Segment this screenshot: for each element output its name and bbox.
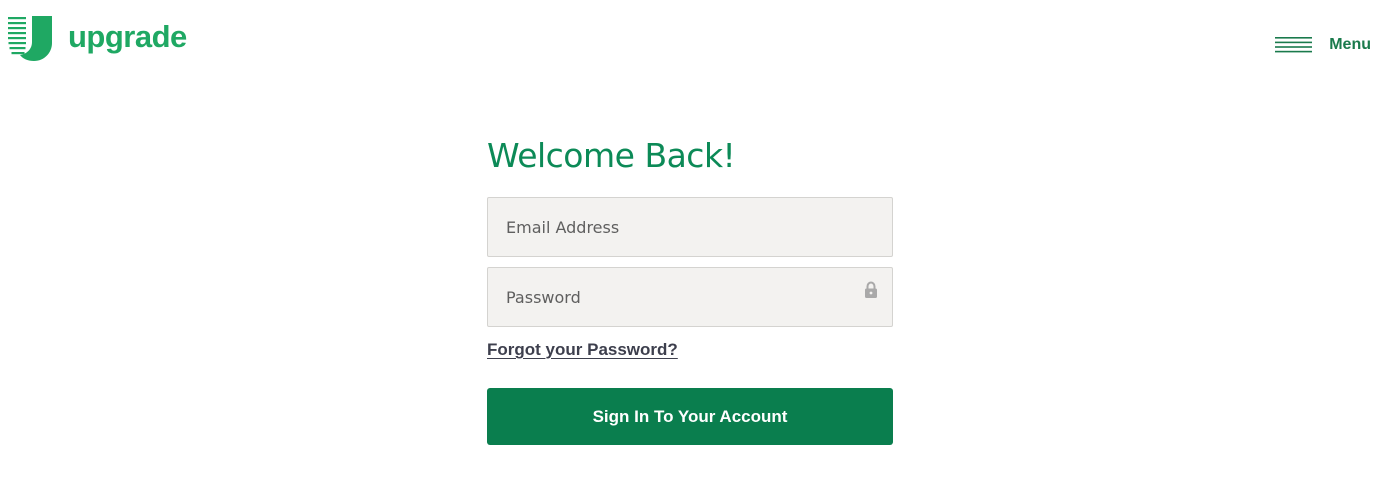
brand-name: upgrade xyxy=(68,18,187,54)
site-header: upgrade Menu xyxy=(0,0,1382,90)
menu-label: Menu xyxy=(1329,36,1371,53)
password-field[interactable] xyxy=(487,267,893,327)
email-field[interactable] xyxy=(487,197,893,257)
sign-in-button[interactable]: Sign In To Your Account xyxy=(487,388,893,445)
hamburger-icon xyxy=(1275,37,1313,53)
password-field-wrapper xyxy=(487,267,893,327)
menu-button[interactable]: Menu xyxy=(1275,36,1371,54)
brand-logo-link[interactable]: upgrade xyxy=(8,15,187,61)
page-title: Welcome Back! xyxy=(487,136,736,175)
login-form: Welcome Back! Forgot your Password? Sign… xyxy=(487,130,893,445)
lock-icon xyxy=(865,281,877,298)
email-field-wrapper xyxy=(487,197,893,257)
upgrade-logo-icon xyxy=(8,16,52,61)
forgot-password-link[interactable]: Forgot your Password? xyxy=(487,340,678,360)
